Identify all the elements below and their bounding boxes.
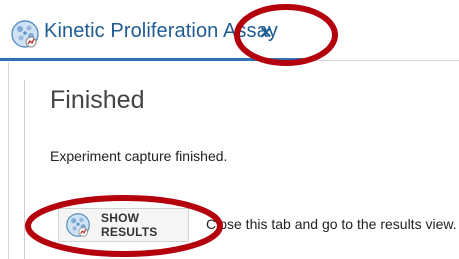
show-results-label: SHOW RESULTS — [101, 211, 158, 239]
show-results-button[interactable]: SHOW RESULTS — [58, 208, 189, 242]
page-title: Finished — [50, 86, 145, 114]
active-tab-indicator — [0, 58, 304, 61]
status-message: Experiment capture finished. — [50, 148, 228, 164]
panel-border — [24, 80, 25, 259]
tab-bar-divider — [304, 60, 459, 61]
cell-assay-icon — [11, 20, 39, 48]
tab-title: Kinetic Proliferation Assay — [44, 20, 278, 42]
cell-assay-icon — [66, 213, 90, 237]
content-border — [8, 62, 9, 259]
show-results-hint: Close this tab and go to the results vie… — [206, 216, 457, 232]
tab-bar: Kinetic Proliferation Assay × — [0, 0, 459, 62]
tab-kinetic-proliferation-assay[interactable]: Kinetic Proliferation Assay × — [0, 16, 302, 60]
close-icon[interactable]: × — [260, 21, 272, 45]
